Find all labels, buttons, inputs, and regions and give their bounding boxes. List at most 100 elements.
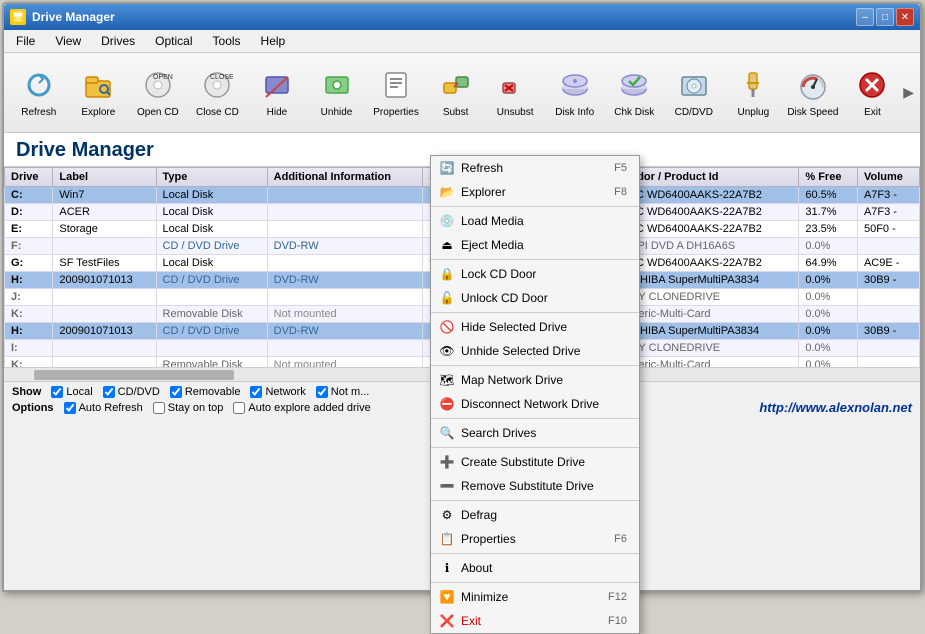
map-network-drive-icon: 🗺 xyxy=(439,372,455,388)
context-menu-item-label: Remove Substitute Drive xyxy=(461,479,594,493)
checkbox-removable[interactable] xyxy=(170,386,182,398)
check-cddvd[interactable]: CD/DVD xyxy=(103,386,160,398)
menu-drives[interactable]: Drives xyxy=(93,32,143,50)
context-menu-item-map-network-drive[interactable]: 🗺Map Network Drive xyxy=(431,368,639,392)
context-menu-item-explorer[interactable]: 📂ExplorerF8 xyxy=(431,180,639,204)
context-menu-separator xyxy=(431,500,639,501)
cell-8: 0.0% xyxy=(799,323,858,340)
toolbar-unsubst[interactable]: Unsubst xyxy=(486,58,544,128)
toolbar-refresh[interactable]: Refresh xyxy=(10,58,68,128)
cell-1 xyxy=(53,238,156,255)
check-local-label: Local xyxy=(66,386,92,398)
unhide-icon xyxy=(319,67,355,103)
toolbar-unsubst-label: Unsubst xyxy=(497,107,534,119)
check-removable[interactable]: Removable xyxy=(170,386,241,398)
checkbox-local[interactable] xyxy=(51,386,63,398)
cell-9: 50F0 - xyxy=(857,221,919,238)
context-menu-item-hide-selected-drive[interactable]: 🚫Hide Selected Drive xyxy=(431,315,639,339)
hide-icon xyxy=(259,67,295,103)
menu-file[interactable]: File xyxy=(8,32,43,50)
close-button[interactable]: ✕ xyxy=(896,8,914,26)
cell-8: 0.0% xyxy=(799,306,858,323)
cell-8: 64.9% xyxy=(799,255,858,272)
create-substitute-drive-icon: ➕ xyxy=(439,454,455,470)
scrollbar-thumb[interactable] xyxy=(34,370,234,380)
context-menu-item-unhide-selected-drive[interactable]: 👁Unhide Selected Drive xyxy=(431,339,639,363)
properties-icon: 📋 xyxy=(439,531,455,547)
toolbar-cddvd[interactable]: CD/DVD xyxy=(665,58,723,128)
remove-substitute-drive-icon: ➖ xyxy=(439,478,455,494)
maximize-button[interactable]: □ xyxy=(876,8,894,26)
context-menu-separator xyxy=(431,418,639,419)
toolbar-exit[interactable]: Exit xyxy=(844,58,902,128)
menu-help[interactable]: Help xyxy=(253,32,294,50)
context-menu-item-label: Explorer xyxy=(461,185,506,199)
cell-3: DVD-RW xyxy=(267,272,423,289)
title-bar-left: 🖥 Drive Manager xyxy=(10,9,115,25)
toolbar-subst[interactable]: Subst xyxy=(427,58,485,128)
context-menu-item-remove-substitute-drive[interactable]: ➖ Remove Substitute Drive xyxy=(431,474,639,498)
context-menu-separator xyxy=(431,312,639,313)
check-network[interactable]: Network xyxy=(250,386,305,398)
cell-8: 0.0% xyxy=(799,272,858,289)
context-menu-item-label: Hide Selected Drive xyxy=(461,320,567,334)
checkbox-cddvd[interactable] xyxy=(103,386,115,398)
check-local[interactable]: Local xyxy=(51,386,92,398)
toolbar-closecd-label: Close CD xyxy=(196,107,239,119)
check-autorefresh[interactable]: Auto Refresh xyxy=(64,402,143,414)
cell-1: 200901071013 xyxy=(53,323,156,340)
cell-9: A7F3 - xyxy=(857,187,919,204)
minimize-button[interactable]: – xyxy=(856,8,874,26)
context-menu-item-eject-media[interactable]: ⏏Eject Media xyxy=(431,233,639,257)
checkbox-autorefresh[interactable] xyxy=(64,402,76,414)
context-menu-item-search-drives[interactable]: 🔍Search Drives xyxy=(431,421,639,445)
context-menu-item-label: Unlock CD Door xyxy=(461,291,548,305)
check-stayontop[interactable]: Stay on top xyxy=(153,402,224,414)
context-menu-item-defrag[interactable]: ⚙Defrag xyxy=(431,503,639,527)
toolbar-closecd[interactable]: CLOSE Close CD xyxy=(189,58,247,128)
properties-icon xyxy=(378,67,414,103)
toolbar-hide[interactable]: Hide xyxy=(248,58,306,128)
toolbar-unplug[interactable]: Unplug xyxy=(725,58,783,128)
cell-2: CD / DVD Drive xyxy=(156,272,267,289)
toolbar-chkdisk[interactable]: Chk Disk xyxy=(605,58,663,128)
context-menu-item-minimize[interactable]: 🔽MinimizeF12 xyxy=(431,585,639,609)
website-link[interactable]: http://www.alexnolan.net xyxy=(759,400,912,415)
toolbar-properties[interactable]: Properties xyxy=(367,58,425,128)
checkbox-network[interactable] xyxy=(250,386,262,398)
menu-view[interactable]: View xyxy=(47,32,89,50)
toolbar-diskspeed[interactable]: Disk Speed xyxy=(784,58,842,128)
context-menu-item-lock-cd-door[interactable]: 🔒Lock CD Door xyxy=(431,262,639,286)
checkbox-notm[interactable] xyxy=(316,386,328,398)
context-menu-item-refresh[interactable]: 🔄RefreshF5 xyxy=(431,156,639,180)
toolbar-diskinfo[interactable]: Disk Info xyxy=(546,58,604,128)
col-volume: Volume xyxy=(857,168,919,187)
check-autoexplore[interactable]: Auto explore added drive xyxy=(233,402,370,414)
context-menu-item-unlock-cd-door[interactable]: 🔓Unlock CD Door xyxy=(431,286,639,310)
context-menu-item-disconnect-network-drive[interactable]: ⛔Disconnect Network Drive xyxy=(431,392,639,416)
cell-1 xyxy=(53,289,156,306)
context-menu-item-create-substitute-drive[interactable]: ➕Create Substitute Drive xyxy=(431,450,639,474)
cell-2: Removable Disk xyxy=(156,306,267,323)
toolbar-opencd[interactable]: OPEN Open CD xyxy=(129,58,187,128)
context-menu-item-load-media[interactable]: 💿Load Media xyxy=(431,209,639,233)
toolbar-unhide[interactable]: Unhide xyxy=(308,58,366,128)
context-menu-item-label: About xyxy=(461,561,492,575)
menu-tools[interactable]: Tools xyxy=(205,32,249,50)
check-autorefresh-label: Auto Refresh xyxy=(79,402,143,414)
menu-optical[interactable]: Optical xyxy=(147,32,200,50)
checkbox-stayontop[interactable] xyxy=(153,402,165,414)
context-menu-separator xyxy=(431,447,639,448)
toolbar-explore[interactable]: Explore xyxy=(70,58,128,128)
refresh-icon: 🔄 xyxy=(439,160,455,176)
cell-0: F: xyxy=(5,238,53,255)
context-menu-item-exit[interactable]: ❌ExitF10 xyxy=(431,609,639,633)
col-label: Label xyxy=(53,168,156,187)
check-notm[interactable]: Not m... xyxy=(316,386,370,398)
context-menu-item-properties[interactable]: 📋PropertiesF6 xyxy=(431,527,639,551)
checkbox-autoexplore[interactable] xyxy=(233,402,245,414)
context-menu-item-label: Exit xyxy=(461,614,481,628)
toolbar-more-arrow[interactable]: ▶ xyxy=(903,84,914,101)
cell-2: Local Disk xyxy=(156,255,267,272)
context-menu-item-about[interactable]: ℹAbout xyxy=(431,556,639,580)
